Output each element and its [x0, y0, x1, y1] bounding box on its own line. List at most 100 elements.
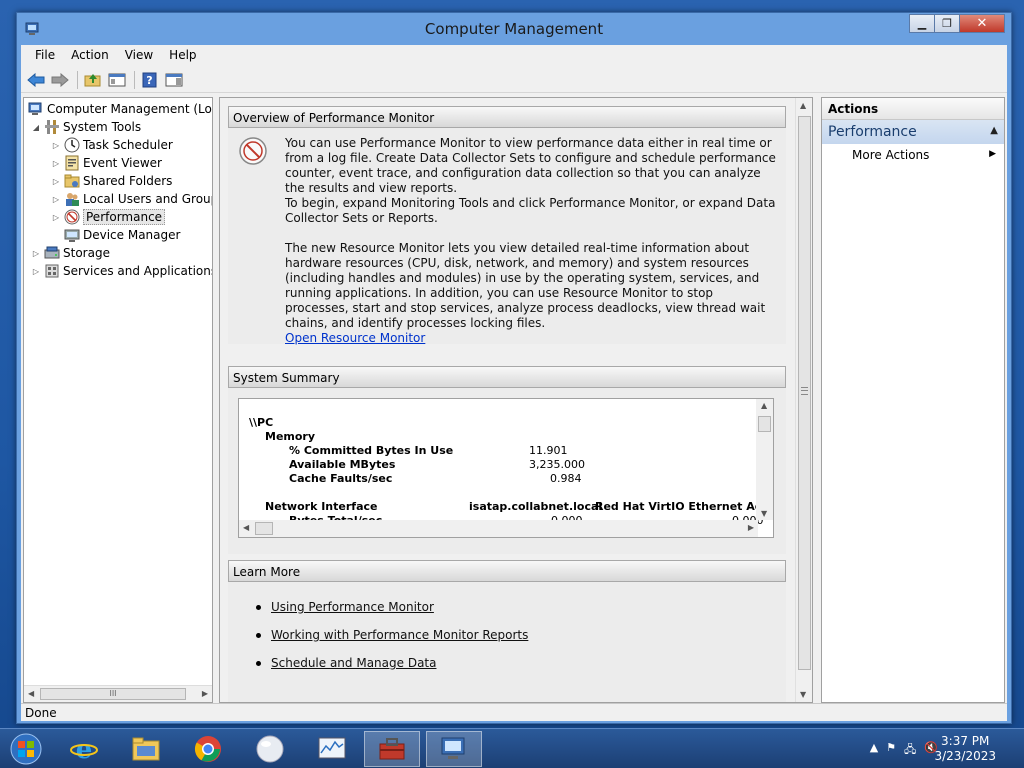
minimize-button[interactable]: ▁ [909, 14, 935, 33]
tree-item-storage[interactable]: ▷ Storage [30, 244, 110, 262]
scroll-left-icon[interactable]: ◀ [28, 689, 34, 698]
actions-section-label: Performance [828, 124, 917, 140]
summary-row-label: Cache Faults/sec [289, 472, 393, 485]
learn-more-header[interactable]: Learn More [228, 560, 786, 582]
summary-network-label: Network Interface [265, 500, 378, 513]
summary-memory-label: Memory [265, 430, 316, 443]
taskbar-computer-management[interactable] [426, 731, 482, 767]
tree-item-event-viewer[interactable]: ▷ Event Viewer [50, 154, 162, 172]
scroll-thumb[interactable] [758, 416, 771, 432]
status-bar: Done [21, 703, 1007, 721]
schedule-and-manage-data-link[interactable]: Schedule and Manage Data [271, 656, 436, 670]
taskbar-chrome[interactable] [180, 731, 236, 767]
using-performance-monitor-link[interactable]: Using Performance Monitor [271, 600, 434, 614]
scroll-thumb[interactable] [798, 116, 811, 670]
scroll-thumb[interactable]: III [40, 688, 186, 700]
sphere-app-icon [256, 735, 284, 763]
tree-item-system-tools[interactable]: ◢ System Tools [30, 118, 141, 136]
show-hide-console-tree-button[interactable] [106, 70, 128, 90]
summary-network-column-1: isatap.collabnet.local [469, 500, 603, 513]
computer-management-window: Computer Management ▁ ❐ ✕ File Action Vi… [16, 12, 1012, 724]
summary-row-label: % Committed Bytes In Use [289, 444, 454, 457]
action-pane-icon [165, 73, 183, 86]
taskbar-file-explorer[interactable] [118, 731, 174, 767]
system-tray: ▲ ⚑ 🖧 🔇 [870, 741, 938, 760]
tree-horizontal-scrollbar[interactable]: ◀ III ▶ [24, 685, 212, 702]
clock-time: 3:37 PM [941, 734, 990, 748]
actions-section-performance[interactable]: Performance ▲ [822, 120, 1004, 144]
overview-paragraph-1: You can use Performance Monitor to view … [285, 136, 776, 195]
collapse-up-icon[interactable]: ▲ [990, 125, 998, 136]
expand-arrow-icon[interactable]: ▷ [50, 159, 62, 168]
scroll-down-icon[interactable]: ▼ [761, 509, 767, 518]
menu-file[interactable]: File [27, 45, 63, 65]
maximize-button[interactable]: ❐ [934, 14, 960, 33]
console-tree: Computer Management (Local ◢ System Tool… [23, 97, 213, 703]
scroll-left-icon[interactable]: ◀ [243, 523, 249, 532]
title-bar[interactable]: Computer Management ▁ ❐ ✕ [17, 13, 1011, 45]
learn-more-item: Schedule and Manage Data [256, 656, 436, 670]
tree-item-local-users-and-groups[interactable]: ▷ Local Users and Groups [50, 190, 212, 208]
summary-vertical-scrollbar[interactable]: ▲ ▼ [756, 399, 773, 520]
scroll-up-icon[interactable]: ▲ [761, 401, 767, 410]
expand-arrow-icon[interactable]: ▷ [50, 141, 62, 150]
tree-item-computer-management[interactable]: Computer Management (Local [26, 100, 212, 118]
performance-monitor-reports-link[interactable]: Working with Performance Monitor Reports [271, 628, 528, 642]
more-actions-item[interactable]: More Actions ▶ [822, 144, 1004, 166]
actions-pane: Actions Performance ▲ More Actions ▶ [821, 97, 1005, 703]
network-icon[interactable]: 🖧 [904, 741, 916, 760]
start-button-windows-icon[interactable] [6, 732, 46, 766]
expand-arrow-icon[interactable]: ▷ [50, 177, 62, 186]
results-pane: Overview of Performance Monitor You can … [219, 97, 813, 703]
menu-bar: File Action View Help [21, 45, 1007, 65]
system-summary-header[interactable]: System Summary [228, 366, 786, 388]
clock[interactable]: 3:37 PM 3/23/2023 [934, 734, 996, 764]
services-icon [45, 264, 59, 278]
tree-item-task-scheduler[interactable]: ▷ Task Scheduler [50, 136, 173, 154]
clock-icon [64, 137, 80, 153]
menu-action[interactable]: Action [63, 45, 117, 65]
expand-arrow-icon[interactable]: ▷ [50, 213, 62, 222]
menu-help[interactable]: Help [161, 45, 204, 65]
scroll-down-icon[interactable]: ▼ [800, 690, 806, 699]
show-hide-action-pane-button[interactable] [163, 70, 185, 90]
taskbar-performance-monitor[interactable] [304, 731, 360, 767]
summary-horizontal-scrollbar[interactable]: ◀ ▶ [239, 520, 758, 537]
forward-button[interactable] [49, 70, 71, 90]
open-resource-monitor-link[interactable]: Open Resource Monitor [285, 331, 780, 346]
scroll-right-icon[interactable]: ▶ [748, 523, 754, 532]
system-summary-section: \\PC Memory % Committed Bytes In Use 11.… [228, 388, 786, 554]
action-center-flag-icon[interactable]: ⚑ [886, 741, 896, 760]
taskbar-internet-explorer[interactable]: e [56, 731, 112, 767]
scroll-up-icon[interactable]: ▲ [800, 101, 806, 110]
overview-section-header[interactable]: Overview of Performance Monitor [228, 106, 786, 128]
back-button[interactable] [25, 70, 47, 90]
internet-explorer-icon: e [70, 735, 98, 764]
collapse-arrow-icon[interactable]: ◢ [30, 123, 42, 132]
help-button[interactable]: ? [139, 70, 161, 90]
computer-management-icon [441, 737, 465, 759]
scroll-right-icon[interactable]: ▶ [202, 689, 208, 698]
expand-arrow-icon[interactable]: ▷ [30, 249, 42, 258]
folder-icon [132, 737, 160, 761]
up-level-button[interactable] [82, 70, 104, 90]
toolbox-icon [379, 738, 405, 760]
folder-up-icon [84, 73, 101, 86]
close-button[interactable]: ✕ [959, 14, 1005, 33]
submenu-arrow-icon: ▶ [989, 149, 996, 159]
tree-item-device-manager[interactable]: Device Manager [62, 226, 180, 244]
taskbar-app-sphere[interactable] [242, 731, 298, 767]
expand-arrow-icon[interactable]: ▷ [50, 195, 62, 204]
tree-item-performance[interactable]: ▷ Performance [50, 208, 166, 226]
shared-folder-icon [64, 174, 80, 188]
expand-arrow-icon[interactable]: ▷ [30, 267, 42, 276]
bullet-icon [256, 632, 261, 638]
scroll-thumb[interactable] [255, 522, 273, 535]
tree-item-services-and-applications[interactable]: ▷ Services and Applications [30, 262, 212, 280]
tree-label-selected: Performance [83, 209, 166, 225]
taskbar-toolbox[interactable] [364, 731, 420, 767]
show-hidden-icons-icon[interactable]: ▲ [870, 741, 878, 760]
tree-item-shared-folders[interactable]: ▷ Shared Folders [50, 172, 172, 190]
results-vertical-scrollbar[interactable]: ▲ ▼ [795, 98, 812, 702]
menu-view[interactable]: View [117, 45, 161, 65]
